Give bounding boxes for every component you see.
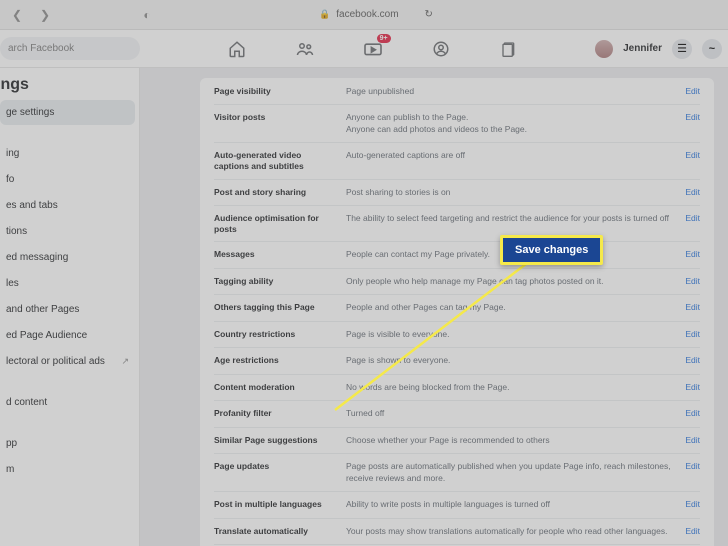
sidebar-item[interactable]: ed Page Audience [0,323,135,348]
sidebar-item[interactable]: m [0,457,135,482]
settings-row: Page visibilityPage unpublished Edit [214,79,700,105]
lock-icon: 🔒 [319,9,330,20]
home-icon[interactable] [227,39,247,59]
setting-label: Messages [214,249,346,260]
setting-value: The ability to select feed targeting and… [346,213,677,224]
sidebar-item[interactable]: and other Pages [0,297,135,322]
edit-link[interactable]: Edit [685,276,700,286]
setting-label: Page updates [214,461,346,472]
setting-value: Page posts are automatically published w… [346,461,677,484]
back-button[interactable]: ❮ [10,8,24,22]
edit-link[interactable]: Edit [685,150,700,160]
setting-value: Page unpublished [346,86,677,97]
shield-icon[interactable]: ◐ [140,8,154,22]
pages-icon[interactable] [499,39,519,59]
callout-save-changes: Save changes [500,235,603,265]
setting-label: Page visibility [214,86,346,97]
setting-label: Post and story sharing [214,187,346,198]
setting-label: Translate automatically [214,526,346,537]
reload-icon[interactable]: ↻ [425,9,433,20]
setting-value: Auto-generated captions are off [346,150,677,161]
avatar[interactable] [595,40,613,58]
search-input[interactable]: arch Facebook [0,37,140,60]
sidebar-item[interactable] [0,375,135,389]
setting-label: Country restrictions [214,329,346,340]
sidebar-item[interactable]: lectoral or political ads↗ [0,349,135,374]
settings-row: Auto-generated video captions and subtit… [214,143,700,179]
sidebar-item[interactable] [0,126,135,140]
edit-link[interactable]: Edit [685,187,700,197]
edit-link[interactable]: Edit [685,213,700,223]
edit-link[interactable]: Edit [685,112,700,122]
external-link-icon: ↗ [121,356,129,367]
sidebar-item[interactable]: es and tabs [0,193,135,218]
sidebar-item[interactable]: les [0,271,135,296]
sidebar-item[interactable]: fo [0,167,135,192]
friends-icon[interactable] [295,39,315,59]
callout-arrow [330,255,540,415]
edit-link[interactable]: Edit [685,435,700,445]
edit-link[interactable]: Edit [685,499,700,509]
groups-icon[interactable] [431,39,451,59]
edit-link[interactable]: Edit [685,249,700,259]
edit-link[interactable]: Edit [685,355,700,365]
setting-value: Post sharing to stories is on [346,187,677,198]
edit-link[interactable]: Edit [685,329,700,339]
setting-label: Content moderation [214,382,346,393]
address-bar[interactable]: 🔒 facebook.com ↻ [168,9,584,20]
edit-link[interactable]: Edit [685,526,700,536]
setting-value: Your posts may show translations automat… [346,526,677,537]
edit-link[interactable]: Edit [685,302,700,312]
watch-icon[interactable]: 9+ [363,39,383,59]
edit-link[interactable]: Edit [685,461,700,471]
settings-row: Audience optimisation for postsThe abili… [214,206,700,242]
setting-label: Audience optimisation for posts [214,213,346,234]
setting-label: Post in multiple languages [214,499,346,510]
sidebar-item[interactable]: ing [0,141,135,166]
setting-label: Auto-generated video captions and subtit… [214,150,346,171]
settings-row: Post and story sharingPost sharing to st… [214,180,700,206]
settings-row: Post in multiple languagesAbility to wri… [214,492,700,518]
sidebar-item[interactable]: pp [0,431,135,456]
setting-label: Profanity filter [214,408,346,419]
notif-badge: 9+ [377,34,391,43]
edit-link[interactable]: Edit [685,408,700,418]
sidebar-item[interactable] [0,416,135,430]
edit-link[interactable]: Edit [685,382,700,392]
setting-label: Others tagging this Page [214,302,346,313]
setting-label: Visitor posts [214,112,346,123]
settings-row: Visitor postsAnyone can publish to the P… [214,105,700,143]
settings-row: Similar Page suggestionsChoose whether y… [214,428,700,454]
url-host: facebook.com [336,9,398,20]
setting-value: Ability to write posts in multiple langu… [346,499,677,510]
app-topnav: arch Facebook 9+ Jennifer ☰ ~ [0,30,728,68]
sidebar-item[interactable]: tions [0,219,135,244]
forward-button[interactable]: ❯ [38,8,52,22]
sidebar-item[interactable]: ed messaging [0,245,135,270]
menu-grid-icon[interactable]: ☰ [672,39,692,59]
setting-label: Age restrictions [214,355,346,366]
messenger-icon[interactable]: ~ [702,39,722,59]
settings-row: Page updatesPage posts are automatically… [214,454,700,492]
sidebar-item[interactable]: ge settings [0,100,135,125]
page-title: ings [0,74,139,100]
settings-row: Translate automaticallyYour posts may sh… [214,519,700,545]
edit-link[interactable]: Edit [685,86,700,96]
setting-value: Choose whether your Page is recommended … [346,435,677,446]
setting-value: Anyone can publish to the Page.Anyone ca… [346,112,677,135]
browser-toolbar: ❮ ❯ ◐ 🔒 facebook.com ↻ [0,0,728,30]
setting-label: Similar Page suggestions [214,435,346,446]
sidebar: ings ge settings ing fo es and tabs tion… [0,68,140,546]
setting-label: Tagging ability [214,276,346,287]
sidebar-item[interactable]: d content [0,390,135,415]
username[interactable]: Jennifer [623,43,662,54]
